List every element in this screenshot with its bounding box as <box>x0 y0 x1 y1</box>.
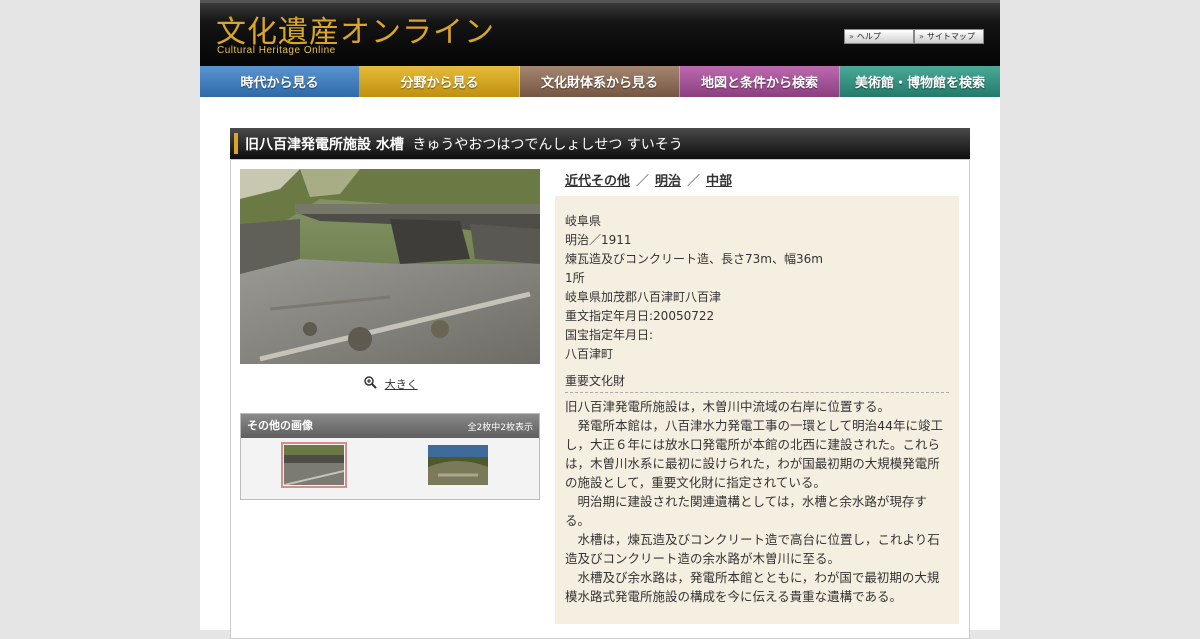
site-logo-subtitle: Cultural Heritage Online <box>217 45 336 56</box>
main-nav: 時代から見る 分野から見る 文化財体系から見る 地図と条件から検索 美術館・博物… <box>200 66 1000 97</box>
description-paragraph: 発電所本館は，八百津水力発電工事の一環として明治44年に竣工し，大正６年には放水… <box>565 418 944 490</box>
info-box: 岐阜県 明治／1911 煉瓦造及びコンクリート造、長さ73m、幅36m 1所 岐… <box>555 196 959 624</box>
description-paragraph: 水槽は，煉瓦造及びコンクリート造で高台に位置し，これより石造及びコンクリート造の… <box>565 532 940 566</box>
utility-links: » ヘルプ » サイトマップ <box>844 29 984 44</box>
breadcrumb-separator: ／ <box>687 174 701 189</box>
double-chevron-icon: » <box>849 32 854 41</box>
description-paragraph: 明治期に建設された関連遺構としては，水槽と余水路が現存する。 <box>565 494 927 528</box>
breadcrumb-region[interactable]: 中部 <box>706 174 732 189</box>
page-title: 旧八百津発電所施設 水槽 きゅうやおつはつでんしょしせつ すいそう <box>245 134 683 154</box>
enlarge-link[interactable]: 大きく <box>231 376 551 392</box>
nav-item-field[interactable]: 分野から見る <box>360 66 520 97</box>
zoom-in-icon <box>364 376 377 392</box>
other-images-header: その他の画像 全2枚中2枚表示 <box>241 414 539 438</box>
help-label: ヘルプ <box>856 32 881 41</box>
designation-date: 重文指定年月日:20050722 <box>565 309 715 323</box>
structure: 煉瓦造及びコンクリート造、長さ73m、幅36m <box>565 252 823 266</box>
nav-item-era[interactable]: 時代から見る <box>200 66 360 97</box>
main-photo[interactable] <box>240 169 540 364</box>
breadcrumb: 近代その他 ／ 明治 ／ 中部 <box>565 170 732 189</box>
nav-item-system[interactable]: 文化財体系から見る <box>520 66 680 97</box>
double-chevron-icon: » <box>919 32 924 41</box>
page: 文化遺産オンライン Cultural Heritage Online » ヘルプ… <box>200 0 1000 639</box>
prefecture: 岐阜県 <box>565 214 602 228</box>
owner: 八百津町 <box>565 347 614 361</box>
sitemap-label: サイトマップ <box>926 32 975 41</box>
sitemap-link[interactable]: » サイトマップ <box>914 29 984 44</box>
detail-panel: 大きく その他の画像 全2枚中2枚表示 近代その他 ／ 明治 ／ 中部 岐阜県 … <box>230 159 970 639</box>
breadcrumb-era[interactable]: 明治 <box>655 174 681 189</box>
other-images-panel: その他の画像 全2枚中2枚表示 <box>240 413 540 500</box>
breadcrumb-category[interactable]: 近代その他 <box>565 174 630 189</box>
thumbnail-2[interactable] <box>428 445 488 485</box>
main-photo-image <box>240 169 540 364</box>
breadcrumb-separator: ／ <box>636 174 650 189</box>
era-year: 明治／1911 <box>565 233 632 247</box>
heritage-name: 旧八百津発電所施設 水槽 <box>245 137 404 153</box>
nav-item-museum-search[interactable]: 美術館・博物館を検索 <box>840 66 1000 97</box>
title-bar: 旧八百津発電所施設 水槽 きゅうやおつはつでんしょしせつ すいそう <box>230 128 970 159</box>
description-paragraph: 水槽及び余水路は，発電所本館とともに，わが国で最初期の大規模水路式発電所施設の構… <box>565 570 940 604</box>
thumbnail-1[interactable] <box>281 442 347 488</box>
help-link[interactable]: » ヘルプ <box>844 29 914 44</box>
description: 旧八百津発電所施設は，木曽川中流域の右岸に位置する。 発電所本館は，八百津水力発… <box>565 397 949 606</box>
other-images-count: 全2枚中2枚表示 <box>467 423 533 433</box>
designation-category: 重要文化財 <box>565 372 949 393</box>
heritage-reading: きゅうやおつはつでんしょしせつ すいそう <box>412 137 683 153</box>
title-accent <box>234 133 238 154</box>
national-treasure-date: 国宝指定年月日: <box>565 328 654 342</box>
site-header: 文化遺産オンライン Cultural Heritage Online » ヘルプ… <box>200 0 1000 66</box>
location: 岐阜県加茂郡八百津町八百津 <box>565 290 722 304</box>
other-images-title: その他の画像 <box>247 419 313 432</box>
nav-item-map-search[interactable]: 地図と条件から検索 <box>680 66 840 97</box>
enlarge-label: 大きく <box>384 378 418 391</box>
quantity: 1所 <box>565 271 585 285</box>
description-paragraph: 旧八百津発電所施設は，木曽川中流域の右岸に位置する。 <box>565 399 891 414</box>
